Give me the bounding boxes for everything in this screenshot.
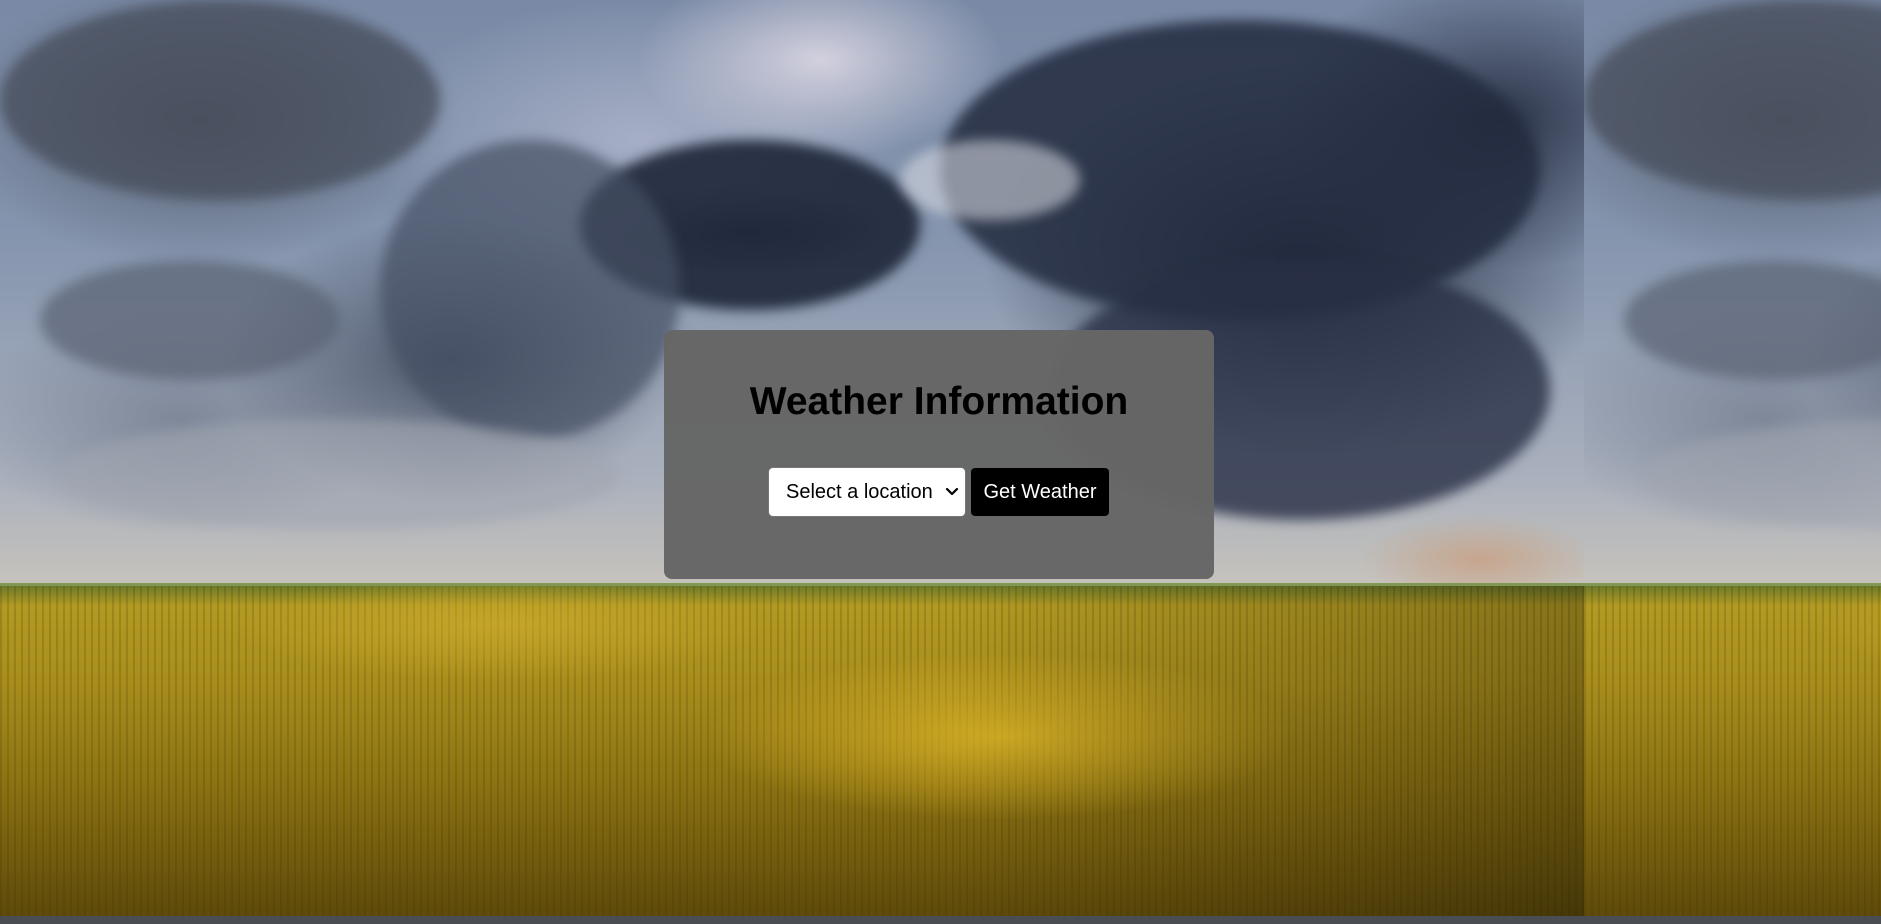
location-select-value: Select a location	[786, 480, 933, 503]
get-weather-button[interactable]: Get Weather	[971, 468, 1109, 516]
weather-controls: Select a location Get Weather	[768, 467, 1109, 517]
chevron-down-icon	[945, 487, 959, 496]
page-title: Weather Information	[749, 380, 1129, 423]
weather-card: Weather Information Select a location Ge…	[664, 330, 1214, 579]
location-select[interactable]: Select a location	[768, 467, 966, 517]
background-image-repeat	[1584, 0, 1881, 916]
bottom-edge-bar	[0, 916, 1881, 924]
page-viewport: Weather Information Select a location Ge…	[0, 0, 1881, 924]
